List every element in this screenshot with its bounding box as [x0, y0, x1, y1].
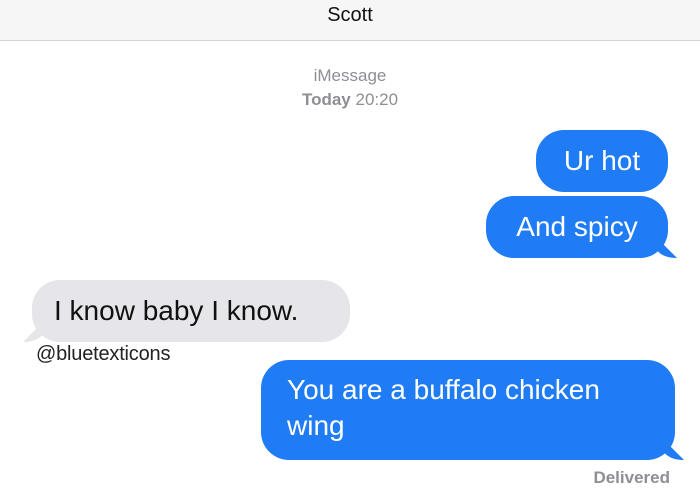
- sent-message-bubble[interactable]: You are a buffalo chicken wing: [261, 360, 675, 460]
- message-text: I know baby I know.: [54, 295, 299, 326]
- conversation-header: Scott: [0, 0, 700, 41]
- message-text: Ur hot: [563, 145, 641, 176]
- service-label: iMessage: [313, 66, 387, 85]
- date-time-label: Today 20:20: [0, 88, 700, 112]
- watermark-text: @bluetexticons: [36, 343, 171, 365]
- message-screen: Scott iMessage Today 20:20 Ur hot And sp…: [0, 0, 700, 490]
- time-label: 20:20: [355, 90, 399, 109]
- delivery-status: Delivered: [593, 468, 670, 487]
- message-text: You are a buffalo chicken wing: [287, 374, 600, 441]
- contact-name[interactable]: Scott: [327, 4, 373, 27]
- sent-message-bubble[interactable]: Ur hot: [536, 130, 668, 192]
- date-label: Today: [301, 90, 351, 109]
- received-message-bubble[interactable]: I know baby I know.: [32, 280, 350, 342]
- conversation-timestamp: iMessage Today 20:20: [0, 64, 700, 112]
- message-text: And spicy: [516, 211, 638, 242]
- sent-message-bubble[interactable]: And spicy: [486, 196, 668, 258]
